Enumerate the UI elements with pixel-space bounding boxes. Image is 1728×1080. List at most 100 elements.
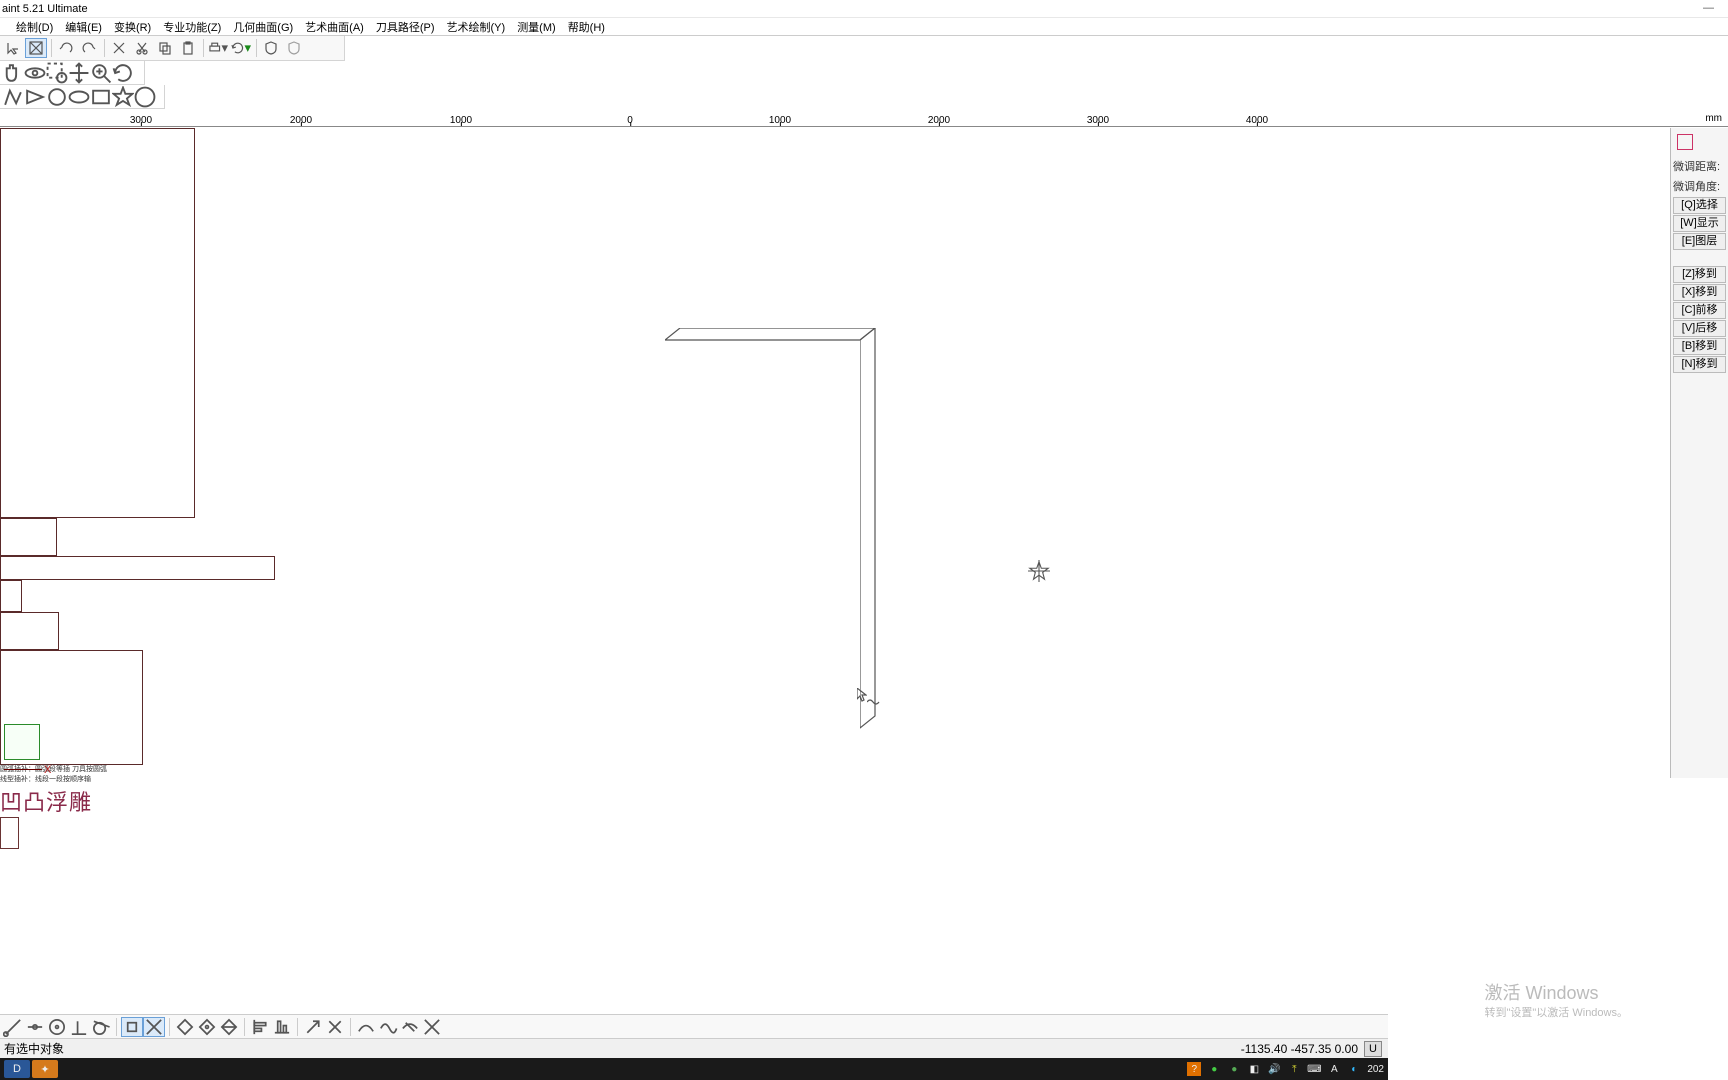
panel-back-button[interactable]: [V]后移: [1673, 320, 1726, 337]
snap-tan-icon[interactable]: [90, 1017, 112, 1037]
rectangle-icon[interactable]: [90, 87, 112, 107]
panel-move-x-button[interactable]: [X]移到: [1673, 284, 1726, 301]
origin-marker: X: [0, 688, 60, 778]
panel-forward-button[interactable]: [C]前移: [1673, 302, 1726, 319]
snap-center-icon[interactable]: [46, 1017, 68, 1037]
status-bar: 有选中对象 -1135.40 -457.35 0.00 U: [0, 1038, 1388, 1058]
eye-icon[interactable]: [24, 63, 46, 83]
snap-end-icon[interactable]: [2, 1017, 24, 1037]
menu-item-edit[interactable]: 编辑(E): [65, 19, 102, 35]
horizontal-ruler: 3000 2000 1000 0 1000 2000 3000 4000 mm: [0, 109, 1728, 127]
panel-layer-button[interactable]: [E]图层: [1673, 233, 1726, 250]
menu-item-transform[interactable]: 变换(R): [114, 19, 151, 35]
crossbar-long: [0, 556, 275, 580]
pan-icon[interactable]: [68, 63, 90, 83]
arrow-cross-icon[interactable]: [324, 1017, 346, 1037]
ellipse-icon[interactable]: [68, 87, 90, 107]
status-coords: -1135.40 -457.35 0.00: [1241, 1042, 1358, 1056]
menu-item-measure[interactable]: 测量(M): [517, 19, 556, 35]
diamond2-icon[interactable]: [196, 1017, 218, 1037]
taskbar-app1-icon[interactable]: D: [4, 1060, 30, 1078]
tray-volume-icon[interactable]: 🔊: [1267, 1062, 1281, 1076]
menu-item-toolpath[interactable]: 刀具路径(P): [376, 19, 435, 35]
x-axis-label: X: [44, 764, 51, 776]
snap-intersect-icon[interactable]: [143, 1017, 165, 1037]
box-top: [665, 328, 877, 342]
triangle-icon[interactable]: [24, 87, 46, 107]
paste-icon[interactable]: [177, 38, 199, 58]
canvas[interactable]: 圆弧插补：圆弧段等插 刀具按圆弧 线型插补：线段一段按顺序输 凹凸浮雕 X: [0, 128, 1330, 778]
snap-node-icon[interactable]: [121, 1017, 143, 1037]
tray-icon[interactable]: ⤒: [1287, 1062, 1301, 1076]
star-icon[interactable]: [112, 87, 134, 107]
main-toolbar: ▾ ▾: [0, 36, 345, 61]
pointer-tool-icon[interactable]: [2, 38, 24, 58]
copy-icon[interactable]: [154, 38, 176, 58]
hand-tool-icon[interactable]: [2, 63, 24, 83]
shield-on-icon[interactable]: [260, 38, 282, 58]
taskbar-app2-icon[interactable]: ✦: [32, 1060, 58, 1078]
snap-mid-icon[interactable]: [24, 1017, 46, 1037]
panel-display-button[interactable]: [W]显示: [1673, 215, 1726, 232]
align-bottom-icon[interactable]: [271, 1017, 293, 1037]
delete-icon[interactable]: [108, 38, 130, 58]
panel-top-icon[interactable]: [1677, 134, 1693, 150]
menu-item-pro[interactable]: 专业功能(Z): [163, 19, 221, 35]
shield-off-icon[interactable]: [283, 38, 305, 58]
tray-icon[interactable]: ●: [1227, 1062, 1241, 1076]
tray-lang-icon[interactable]: A: [1327, 1062, 1341, 1076]
status-unit-button[interactable]: U: [1364, 1041, 1382, 1057]
note-line2: 线型插补：线段一段按顺序输: [0, 775, 1330, 785]
curve2-icon[interactable]: [377, 1017, 399, 1037]
crossbar-outer-right: [0, 612, 59, 650]
arrow-ne-icon[interactable]: [302, 1017, 324, 1037]
diamond3-icon[interactable]: [218, 1017, 240, 1037]
align-left-icon[interactable]: [249, 1017, 271, 1037]
diamond1-icon[interactable]: [174, 1017, 196, 1037]
watermark-line2: 转到"设置"以激活 Windows。: [1485, 1006, 1629, 1020]
tray-icon[interactable]: ◐: [1347, 1062, 1361, 1076]
curve1-icon[interactable]: [355, 1017, 377, 1037]
separator: [256, 39, 257, 57]
menu-item-help[interactable]: 帮助(H): [568, 19, 605, 35]
zoom-refresh-icon[interactable]: [112, 63, 134, 83]
undo-icon[interactable]: [55, 38, 77, 58]
snap-perp-icon[interactable]: [68, 1017, 90, 1037]
redo-icon[interactable]: [78, 38, 100, 58]
windows-taskbar: D ✦ ? ● ● ◧ 🔊 ⤒ ⌨ A ◐ 202: [0, 1058, 1388, 1080]
menu-item-geom[interactable]: 几何曲面(G): [233, 19, 293, 35]
separator: [104, 39, 105, 57]
micro-angle-label: 微调角度:: [1671, 176, 1728, 196]
region-select-icon[interactable]: [25, 38, 47, 58]
tray-ime-icon[interactable]: ⌨: [1307, 1062, 1321, 1076]
window-controls[interactable]: —: [1703, 2, 1724, 14]
tray-clock[interactable]: 202: [1367, 1064, 1384, 1075]
curve-x-icon[interactable]: [399, 1017, 421, 1037]
menu-item-draw[interactable]: 绘制(D): [16, 19, 53, 35]
crossbar-center-block: [0, 580, 22, 612]
refresh-icon[interactable]: ▾: [230, 38, 252, 58]
zoom-in-icon[interactable]: [90, 63, 112, 83]
tray-icon[interactable]: ?: [1187, 1062, 1201, 1076]
polyline-icon[interactable]: [2, 87, 24, 107]
big-circle-icon[interactable]: [134, 87, 156, 107]
menu-item-artdraw[interactable]: 艺术绘制(Y): [447, 19, 506, 35]
star-shape: [1028, 560, 1050, 582]
panel-move-z-button[interactable]: [Z]移到: [1673, 266, 1726, 283]
menu-item-artcurve[interactable]: 艺术曲面(A): [305, 19, 364, 35]
watermark-line1: 激活 Windows: [1485, 982, 1629, 1005]
cut-icon[interactable]: [131, 38, 153, 58]
shape-toolbars: [0, 85, 1728, 109]
tray-icon[interactable]: ●: [1207, 1062, 1221, 1076]
separator: [203, 39, 204, 57]
panel-move-n-button[interactable]: [N]移到: [1673, 356, 1726, 373]
panel-select-button[interactable]: [Q]选择: [1673, 197, 1726, 214]
tray-icon[interactable]: ◧: [1247, 1062, 1261, 1076]
print-icon[interactable]: ▾: [207, 38, 229, 58]
ruler-tick: 0: [627, 115, 633, 126]
zoom-region-icon[interactable]: [46, 63, 68, 83]
cancel-icon[interactable]: [421, 1017, 443, 1037]
secondary-toolbars: [0, 61, 1728, 85]
circle-icon[interactable]: [46, 87, 68, 107]
panel-move-b-button[interactable]: [B]移到: [1673, 338, 1726, 355]
